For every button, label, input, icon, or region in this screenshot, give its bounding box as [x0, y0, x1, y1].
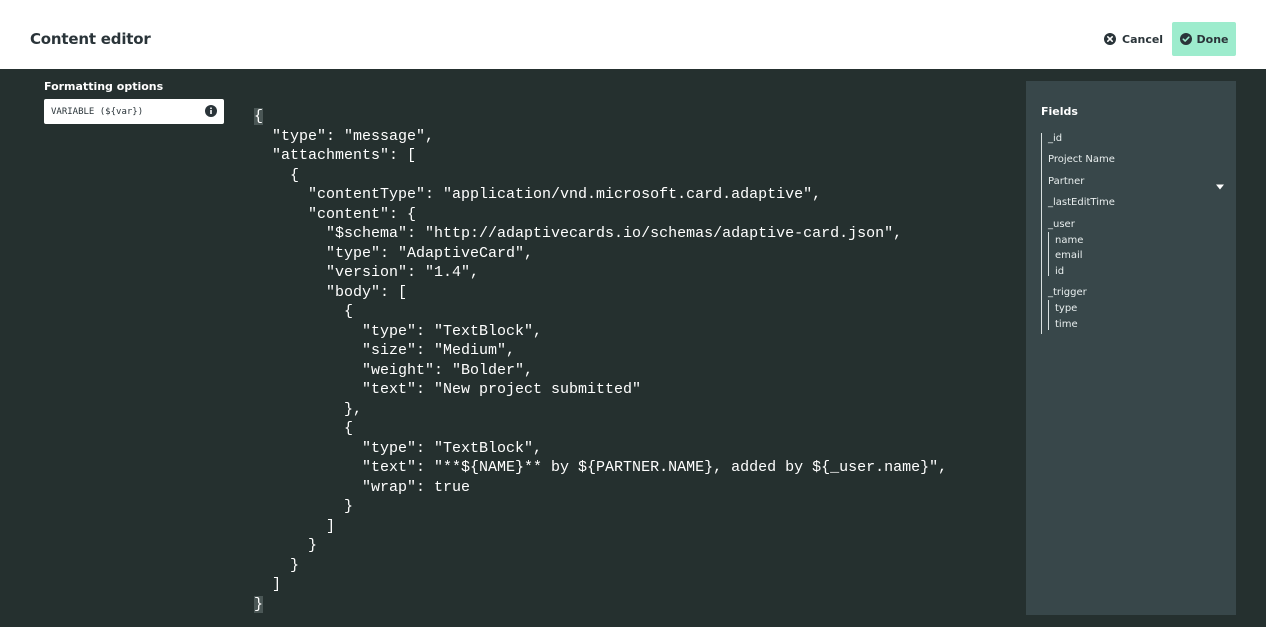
matched-bracket: } — [254, 595, 264, 613]
fields-title: Fields — [1041, 105, 1078, 118]
page-title: Content editor — [30, 30, 151, 48]
field-partner[interactable]: Partner — [1048, 176, 1084, 187]
code-line: "attachments": [ — [254, 147, 417, 164]
header-bar: Content editor Cancel Done — [0, 0, 1266, 69]
code-line: "type": "message", — [254, 127, 435, 145]
code-line: } — [254, 556, 300, 574]
field-trigger[interactable]: _trigger — [1048, 287, 1087, 298]
code-line: { — [254, 420, 354, 437]
formatting-selected-value: VARIABLE (${var}) — [51, 106, 144, 117]
field-user-name[interactable]: name — [1055, 235, 1083, 246]
field-last-edit-time[interactable]: _lastEditTime — [1048, 197, 1115, 208]
done-button[interactable]: Done — [1172, 22, 1236, 56]
code-line: ] — [254, 576, 282, 593]
editor-area: Formatting options VARIABLE (${var}) { "… — [0, 69, 1266, 627]
code-editor[interactable]: { "type": "message", "attachments": [ { … — [254, 107, 947, 614]
code-line: } — [254, 537, 318, 554]
code-line: "text": "New project submitted" — [254, 381, 642, 398]
code-line: "$schema": "http://adaptivecards.io/sche… — [254, 225, 903, 242]
info-icon[interactable] — [205, 105, 217, 117]
code-line: "body": [ — [254, 283, 408, 301]
user-subtree-line — [1048, 232, 1049, 276]
code-line: ] — [254, 517, 336, 535]
matched-bracket: { — [254, 108, 264, 125]
close-circle-icon — [1104, 33, 1116, 45]
done-label: Done — [1196, 32, 1229, 46]
code-line: } — [254, 498, 354, 515]
chevron-down-icon[interactable] — [1215, 183, 1225, 191]
check-circle-icon — [1179, 33, 1192, 45]
fields-panel: Fields _id Project Name Partner _lastEdi… — [1026, 81, 1236, 615]
code-line: { — [254, 303, 354, 320]
code-line: "text": "**${NAME}** by ${PARTNER.NAME},… — [254, 459, 948, 476]
code-line: { — [254, 166, 300, 184]
code-line: "contentType": "application/vnd.microsof… — [254, 186, 822, 203]
formatting-options-label: Formatting options — [44, 80, 164, 93]
code-line: "type": "AdaptiveCard", — [254, 244, 534, 262]
field-user-email[interactable]: email — [1055, 250, 1083, 261]
cancel-button[interactable]: Cancel — [1100, 29, 1163, 49]
code-line: "version": "1.4", — [254, 264, 480, 281]
field-id[interactable]: _id — [1048, 133, 1062, 144]
code-line: "content": { — [254, 205, 417, 223]
code-line: "type": "TextBlock", — [254, 322, 543, 340]
code-line: "type": "TextBlock", — [254, 439, 543, 457]
code-line: "weight": "Bolder", — [254, 361, 534, 379]
formatting-options-select[interactable]: VARIABLE (${var}) — [44, 99, 224, 124]
code-line: }, — [254, 400, 363, 418]
trigger-subtree-line — [1048, 300, 1049, 330]
field-project-name[interactable]: Project Name — [1048, 154, 1115, 165]
cancel-label: Cancel — [1122, 32, 1164, 46]
code-line: { — [254, 108, 264, 125]
field-user[interactable]: _user — [1048, 219, 1075, 230]
field-user-id[interactable]: id — [1055, 266, 1064, 277]
code-line: "size": "Medium", — [254, 342, 516, 359]
code-line: "wrap": true — [254, 478, 471, 496]
fields-tree: _id Project Name Partner _lastEditTime _… — [1041, 133, 1227, 334]
field-trigger-type[interactable]: type — [1055, 303, 1077, 314]
field-trigger-time[interactable]: time — [1055, 319, 1078, 330]
code-line: } — [254, 595, 264, 613]
